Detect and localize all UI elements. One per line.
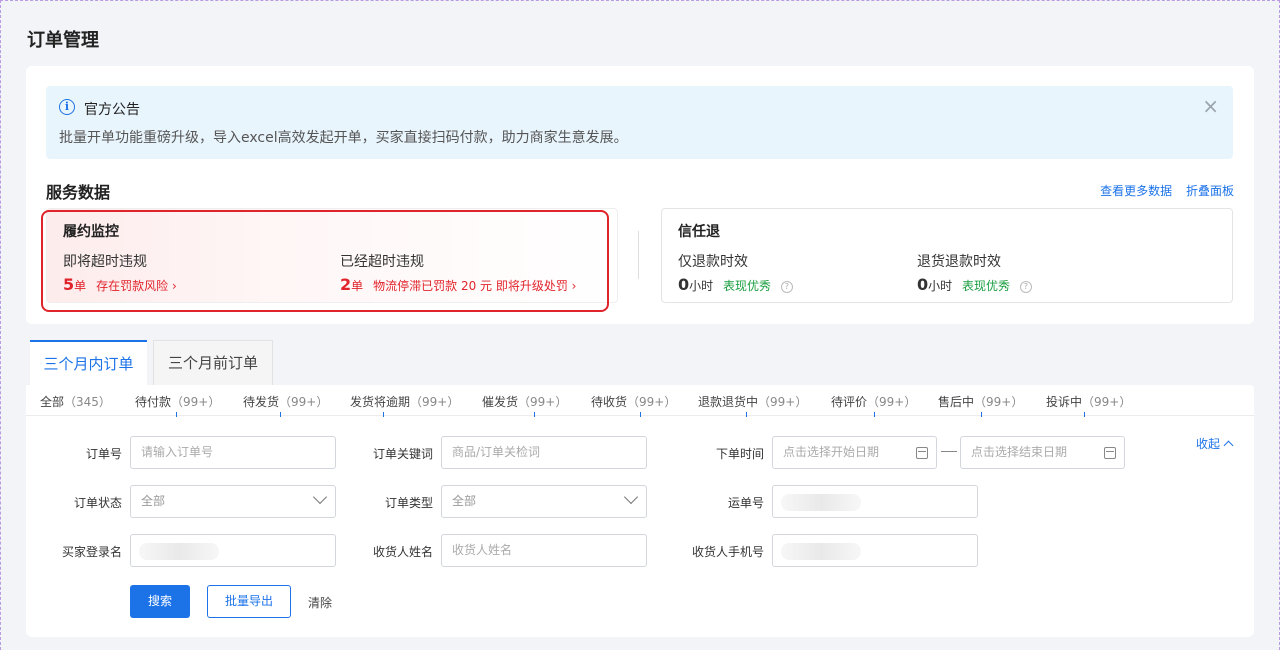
status-filter-bar: 全部（345） 待付款（99+） 待发货（99+） 发货将逾期（99+） 催发货… [26,385,1254,417]
tab-before-three-months[interactable]: 三个月前订单 [153,340,273,385]
order-type-select[interactable]: 全部 [441,485,647,518]
already-timeout-label: 已经超时违规 [340,254,424,270]
status-filter-complaint[interactable]: 投诉中（99+） [1046,393,1131,410]
order-keyword-label: 订单关键词 [372,447,433,461]
help-icon[interactable]: ? [780,281,793,293]
waybill-label: 运单号 [727,496,764,510]
info-icon: i [59,99,75,115]
status-tick [383,412,384,417]
status-filter-refund-return[interactable]: 退款退货中（99+） [698,393,807,410]
announcement-banner: i 官方公告 批量开单功能重磅升级，导入excel高效发起开单，买家直接扫码付款… [46,86,1233,159]
status-filter-pending-shipment[interactable]: 待发货（99+） [243,393,328,410]
calendar-icon [916,447,928,459]
status-tick [1084,412,1085,417]
chevron-up-icon [1223,440,1234,451]
trust-refund-panel: 信任退 仅退款时效 0小时 表现优秀 ? 退货退款时效 0小时 表现优秀 ? [661,208,1233,303]
divider [638,231,639,279]
order-no-input[interactable]: 请输入订单号 [130,436,336,469]
buyer-login-label: 买家登录名 [61,545,122,559]
status-filter-pending-receipt[interactable]: 待收货（99+） [591,393,676,410]
order-type-label: 订单类型 [384,496,433,510]
refund-only-status: 表现优秀 [722,279,771,293]
waybill-input[interactable] [772,485,978,518]
trust-refund-title: 信任退 [678,224,720,240]
status-tick [280,412,281,417]
start-date-input[interactable]: 点击选择开始日期 [772,436,937,469]
already-timeout-value[interactable]: 2单 物流停滞已罚款 20 元 即将升级处罚 › [340,275,576,294]
receiver-phone-input[interactable] [772,534,978,567]
status-tick [981,412,982,417]
return-refund-value: 0小时 表现优秀 ? [917,275,1032,294]
tab-within-three-months[interactable]: 三个月内订单 [30,340,147,385]
status-tick [176,412,177,417]
service-data-title: 服务数据 [46,183,111,202]
clear-button[interactable]: 清除 [308,594,332,611]
end-date-input[interactable]: 点击选择结束日期 [960,436,1125,469]
page-title: 订单管理 [27,30,99,51]
order-status-label: 订单状态 [73,496,122,510]
logistics-penalty-link[interactable]: 物流停滞已罚款 20 元 即将升级处罚 › [373,279,576,293]
status-tick [534,412,535,417]
redacted-value [781,494,861,511]
fulfillment-monitor-title: 履约监控 [63,224,119,240]
refund-only-value: 0小时 表现优秀 ? [678,275,793,294]
fulfillment-monitor-panel: 履约监控 即将超时违规 5单 存在罚款风险 › 已经超时违规 2单 物流停滞已罚款 … [46,208,618,303]
return-refund-status: 表现优秀 [961,279,1010,293]
receiver-name-input[interactable]: 收货人姓名 [441,534,647,567]
fold-panel-link[interactable]: 折叠面板 [1186,184,1234,198]
buyer-login-input[interactable] [130,534,336,567]
status-filter-pending-review[interactable]: 待评价（99+） [831,393,916,410]
order-status-select[interactable]: 全部 [130,485,336,518]
receiver-phone-label: 收货人手机号 [691,545,764,559]
status-filter-all[interactable]: 全部（345） [40,393,111,410]
redacted-value [139,543,219,560]
status-tick [640,412,641,417]
overview-card: i 官方公告 批量开单功能重磅升级，导入excel高效发起开单，买家直接扫码付款… [26,66,1254,324]
about-to-timeout-label: 即将超时违规 [63,254,147,270]
date-range-separator [941,451,957,452]
about-to-timeout-value[interactable]: 5单 存在罚款风险 › [63,275,177,294]
order-search-card: 全部（345） 待付款（99+） 待发货（99+） 发货将逾期（99+） 催发货… [26,385,1254,637]
chevron-down-icon [312,489,328,505]
refund-only-label: 仅退款时效 [678,254,748,270]
order-no-label: 订单号 [85,447,122,461]
announcement-title: 官方公告 [84,102,140,118]
calendar-icon [1104,447,1116,459]
redacted-value [781,543,861,560]
chevron-down-icon [623,489,639,505]
help-icon[interactable]: ? [1019,281,1032,293]
status-filter-shipping-overdue[interactable]: 发货将逾期（99+） [350,393,459,410]
search-button[interactable]: 搜索 [130,585,190,618]
close-icon[interactable]: × [1202,96,1219,116]
view-more-data-link[interactable]: 查看更多数据 [1100,184,1172,198]
return-refund-label: 退货退款时效 [917,254,1001,270]
status-filter-urge-shipment[interactable]: 催发货（99+） [482,393,567,410]
batch-export-button[interactable]: 批量导出 [207,585,291,618]
receiver-name-label: 收货人姓名 [372,545,433,559]
status-filter-pending-payment[interactable]: 待付款（99+） [135,393,220,410]
status-tick [874,412,875,417]
announcement-text: 批量开单功能重磅升级，导入excel高效发起开单，买家直接扫码付款，助力商家生意… [59,130,628,146]
order-keyword-input[interactable]: 商品/订单关检词 [441,436,647,469]
order-time-label: 下单时间 [715,447,764,461]
collapse-filters-button[interactable]: 收起 [1196,435,1234,452]
status-filter-after-sales[interactable]: 售后中（99+） [938,393,1023,410]
status-tick [746,412,747,417]
penalty-risk-link[interactable]: 存在罚款风险 › [96,279,177,293]
service-links: 查看更多数据 折叠面板 [1090,182,1234,199]
